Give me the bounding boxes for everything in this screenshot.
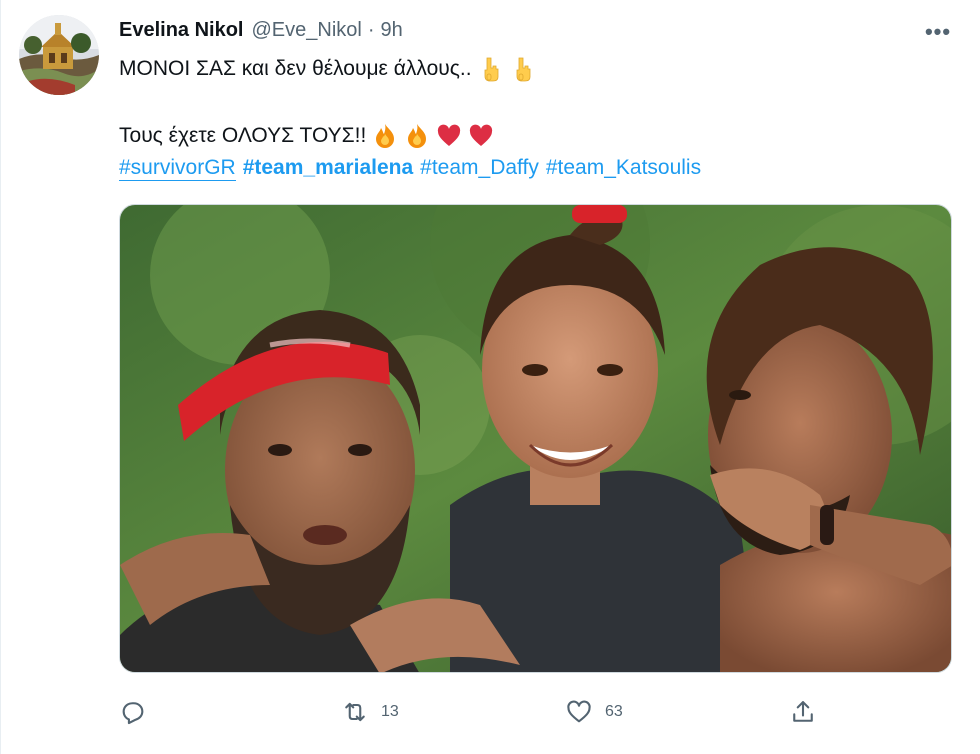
header-separator: · [367, 19, 375, 41]
like-button[interactable]: 63 [565, 692, 623, 732]
tweet-text: ΜΟΝΟΙ ΣΑΣ και δεν θέλουμε άλλους.. [119, 57, 472, 80]
share-icon [793, 701, 813, 722]
hashtag-team-katsoulis[interactable]: #team_Katsoulis [546, 154, 701, 183]
fire-emoji [404, 123, 430, 149]
hashtag-line: #survivorGR #team_marialena #team_Daffy … [119, 154, 708, 183]
tweet-text: Τους έχετε ΟΛΟΥΣ ΤΟΥΣ!! [119, 124, 367, 147]
red-heart-emoji [436, 123, 462, 149]
more-options-icon: ••• [924, 19, 952, 44]
tweet-photo[interactable] [119, 204, 952, 673]
tweet-card[interactable]: Evelina Nikol @Eve_Nikol · 9h ••• ΜΟΝΟΙ … [0, 0, 980, 754]
tweet-header: Evelina Nikol @Eve_Nikol · 9h [119, 19, 403, 47]
hashtag-team-daffy[interactable]: #team_Daffy [420, 154, 539, 183]
heart-icon [567, 700, 591, 723]
retweet-count: 13 [381, 703, 399, 720]
tweet-actions: 13 63 [119, 692, 839, 732]
like-count: 63 [605, 703, 623, 720]
author-handle[interactable]: @Eve_Nikol [252, 19, 362, 42]
red-heart-emoji [468, 123, 494, 149]
tweet-text-line-2: Τους έχετε ΟΛΟΥΣ ΤΟΥΣ!! [119, 122, 494, 150]
reply-icon [122, 702, 144, 725]
author-avatar[interactable] [19, 15, 99, 95]
hashtag-team-marialena[interactable]: #team_marialena [243, 154, 413, 183]
photo-image [120, 205, 951, 672]
avatar-image [19, 15, 99, 95]
reply-button[interactable] [119, 692, 159, 732]
share-button[interactable] [789, 692, 817, 732]
retweet-icon [345, 702, 365, 722]
tweet-text-line-1: ΜΟΝΟΙ ΣΑΣ και δεν θέλουμε άλλους.. [119, 55, 536, 83]
hashtag-survivorgr[interactable]: #survivorGR [119, 156, 236, 181]
fire-emoji [372, 123, 398, 149]
tweet-timestamp[interactable]: 9h [381, 19, 403, 42]
author-name[interactable]: Evelina Nikol [119, 19, 244, 42]
pointing-down-emoji [510, 56, 536, 82]
pointing-down-emoji [478, 56, 504, 82]
retweet-button[interactable]: 13 [341, 692, 399, 732]
more-options-button[interactable]: ••• [921, 18, 955, 46]
